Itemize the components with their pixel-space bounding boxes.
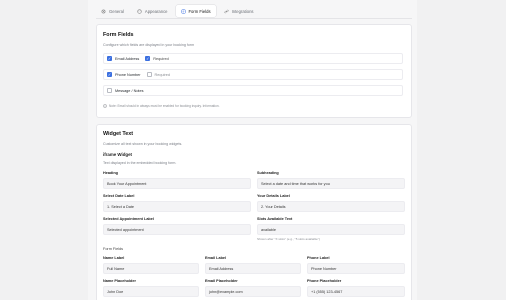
info-icon — [103, 104, 107, 108]
email-required-checkbox[interactable]: ✓ — [145, 56, 151, 61]
form-icon — [181, 9, 185, 13]
section-subtitle: Customize all text shown in your booking… — [103, 142, 183, 146]
iframe-widget-title: iframe Widget — [103, 152, 132, 157]
email-placeholder-label: Email Placeholder — [205, 279, 238, 283]
subheading-input[interactable]: Select a date and time that works for yo… — [257, 178, 405, 189]
required-toggle[interactable]: ✓ Required — [145, 56, 169, 61]
selected-appointment-label: Selected Appointment Label — [103, 217, 154, 221]
tab-label: Form Fields — [188, 8, 211, 14]
widget-text-card: Widget Text Customize all text shown in … — [96, 124, 412, 300]
heading-input[interactable]: Book Your Appointment — [103, 178, 251, 189]
name-placeholder-input[interactable]: John Doe — [103, 286, 199, 297]
name-label-label: Name Label — [103, 256, 125, 260]
section-subtitle: Configure which fields are displayed in … — [103, 43, 195, 47]
email-label-input[interactable]: Email Address — [205, 263, 301, 274]
email-label-label: Email Label — [205, 256, 227, 260]
phone-placeholder-label: Phone Placeholder — [307, 279, 342, 283]
tab-appearance[interactable]: Appearance — [132, 5, 173, 17]
required-toggle[interactable]: Required — [146, 72, 170, 77]
form-fields-subheading: Form Fields — [103, 247, 124, 251]
slots-hint: Shown after "X slots" (e.g., "5 slots av… — [257, 237, 320, 241]
select-date-input[interactable]: 1. Select a Date — [103, 201, 251, 212]
field-row-message: Message / Notes — [103, 85, 403, 96]
name-placeholder-label: Name Placeholder — [103, 279, 136, 283]
required-label: Required — [153, 56, 169, 61]
form-note: Note: Email should in always must be ena… — [103, 104, 220, 108]
required-label: Required — [154, 72, 170, 77]
selected-appointment-input[interactable]: Selected appointment — [103, 224, 251, 235]
field-label: Phone Number — [115, 72, 141, 77]
tab-label: Integrations — [231, 8, 254, 14]
email-placeholder-input[interactable]: john@example.com — [205, 286, 301, 297]
tab-general[interactable]: General — [96, 5, 129, 17]
form-fields-card: Form Fields Configure which fields are d… — [96, 24, 412, 118]
section-title: Widget Text — [103, 131, 134, 137]
slots-available-label: Slots Available Text — [257, 217, 293, 221]
settings-tabs: General Appearance Form Fields Integrati… — [96, 4, 412, 19]
field-row-email: ✓ Email Address ✓ Required — [103, 53, 403, 64]
phone-required-checkbox[interactable] — [146, 72, 152, 77]
details-label: Your Details Label — [257, 194, 290, 198]
slots-available-input[interactable]: available — [257, 224, 405, 235]
phone-placeholder-input[interactable]: +1 (555) 123-4567 — [307, 286, 405, 297]
message-enabled-checkbox[interactable] — [107, 88, 112, 93]
gear-icon — [101, 9, 106, 13]
tab-integrations[interactable]: Integrations — [219, 5, 259, 17]
field-label: Email Address — [115, 56, 140, 61]
phone-label-label: Phone Label — [307, 256, 330, 260]
name-label-input[interactable]: Full Name — [103, 263, 199, 274]
tab-form-fields[interactable]: Form Fields — [175, 5, 216, 17]
section-title: Form Fields — [103, 32, 134, 38]
tab-label: General — [109, 8, 124, 14]
email-enabled-checkbox[interactable]: ✓ — [107, 56, 112, 61]
note-text: Note: Email should in always must be ena… — [109, 104, 220, 108]
iframe-widget-subtitle: Text displayed in the embedded booking f… — [103, 161, 177, 165]
heading-label: Heading — [103, 171, 118, 175]
field-row-phone: ✓ Phone Number Required — [103, 69, 403, 80]
field-label: Message / Notes — [115, 88, 144, 93]
select-date-label: Select Date Label — [103, 194, 135, 198]
palette-icon — [137, 8, 142, 14]
subheading-label: Subheading — [257, 171, 279, 175]
details-input[interactable]: 2. Your Details — [257, 201, 405, 212]
tab-label: Appearance — [144, 8, 168, 14]
phone-label-input[interactable]: Phone Number — [307, 263, 405, 274]
phone-enabled-checkbox[interactable]: ✓ — [107, 72, 112, 77]
link-icon — [224, 9, 229, 13]
